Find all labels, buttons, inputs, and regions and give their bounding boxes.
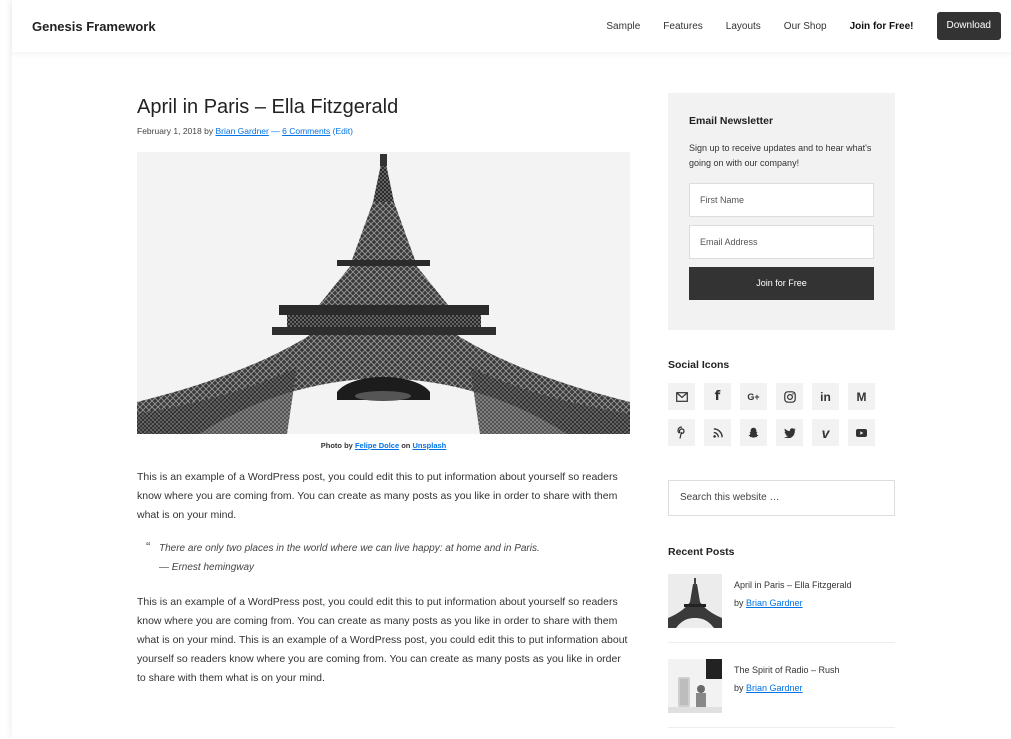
- social-icons-grid: f G+ in M v: [668, 383, 895, 446]
- youtube-icon[interactable]: [848, 419, 875, 446]
- recent-post-title-link[interactable]: April in Paris – Ella Fitzgerald: [734, 576, 852, 594]
- snapchat-icon[interactable]: [740, 419, 767, 446]
- recent-post-byline: by Brian Gardner: [734, 679, 840, 697]
- sidebar: Email Newsletter Sign up to receive upda…: [668, 93, 895, 728]
- instagram-icon[interactable]: [776, 383, 803, 410]
- facebook-icon[interactable]: f: [704, 383, 731, 410]
- recent-post-text: The Spirit of Radio – Rush by Brian Gard…: [734, 659, 840, 713]
- post-edit-link[interactable]: (Edit): [333, 126, 353, 136]
- social-icons-title: Social Icons: [668, 359, 730, 371]
- vimeo-icon[interactable]: v: [812, 419, 839, 446]
- post-comments-link[interactable]: 6 Comments: [282, 126, 330, 136]
- caption-site-link[interactable]: Unsplash: [412, 441, 446, 450]
- recent-post-item[interactable]: The Spirit of Radio – Rush by Brian Gard…: [668, 659, 895, 728]
- post-date: February 1, 2018: [137, 126, 202, 136]
- pinterest-icon[interactable]: [668, 419, 695, 446]
- nav-item-join-for-free[interactable]: Join for Free!: [850, 21, 914, 32]
- quote-text: There are only two places in the world w…: [159, 543, 540, 554]
- recent-post-thumbnail[interactable]: [668, 659, 722, 713]
- quote-mark-icon: “: [146, 539, 151, 554]
- newsletter-text: Sign up to receive updates and to hear w…: [689, 143, 872, 168]
- google-plus-icon[interactable]: G+: [740, 383, 767, 410]
- rss-icon[interactable]: [704, 419, 731, 446]
- post-by: by: [204, 126, 214, 136]
- recent-post-text: April in Paris – Ella Fitzgerald by Bria…: [734, 574, 852, 628]
- nav-item-sample[interactable]: Sample: [606, 21, 640, 32]
- nav-item-features[interactable]: Features: [663, 21, 702, 32]
- download-button[interactable]: Download: [936, 12, 1001, 40]
- recent-post-thumbnail[interactable]: [668, 574, 722, 628]
- eiffel-tower-image: [137, 152, 630, 434]
- meta-dash: —: [271, 126, 280, 136]
- photo-caption: Photo by Felipe Dolce on Unsplash: [137, 441, 630, 450]
- recent-post-author-link[interactable]: Brian Gardner: [746, 598, 803, 608]
- search-input[interactable]: Search this website …: [668, 480, 895, 516]
- twitter-icon[interactable]: [776, 419, 803, 446]
- eiffel-tower-photo: [137, 152, 630, 434]
- caption-prefix: Photo by: [320, 441, 353, 450]
- recent-post-by: by: [734, 598, 744, 608]
- post-author-link[interactable]: Brian Gardner: [215, 126, 268, 136]
- site-header: Genesis Framework Sample Features Layout…: [12, 0, 1011, 52]
- post-title: April in Paris – Ella Fitzgerald: [137, 96, 399, 118]
- linkedin-icon[interactable]: in: [812, 383, 839, 410]
- caption-on: on: [401, 441, 411, 450]
- mail-icon[interactable]: [668, 383, 695, 410]
- nav-item-layouts[interactable]: Layouts: [726, 21, 761, 32]
- post-content: April in Paris – Ella Fitzgerald Februar…: [137, 95, 630, 688]
- join-for-free-button[interactable]: Join for Free: [689, 267, 874, 300]
- recent-post-title-link[interactable]: The Spirit of Radio – Rush: [734, 661, 840, 679]
- newsletter-title: Email Newsletter: [689, 115, 774, 127]
- nav-item-our-shop[interactable]: Our Shop: [784, 21, 827, 32]
- medium-icon[interactable]: M: [848, 383, 875, 410]
- newsletter-widget: Email Newsletter Sign up to receive upda…: [668, 93, 895, 330]
- post-paragraph-1: This is an example of a WordPress post, …: [137, 471, 618, 521]
- recent-post-by: by: [734, 683, 744, 693]
- main-nav: Sample Features Layouts Our Shop Join fo…: [583, 12, 1001, 40]
- quote-attribution: — Ernest hemingway: [159, 562, 255, 573]
- recent-post-item[interactable]: April in Paris – Ella Fitzgerald by Bria…: [668, 574, 895, 643]
- caption-author-link[interactable]: Felipe Dolce: [355, 441, 399, 450]
- post-meta: February 1, 2018 by Brian Gardner — 6 Co…: [137, 126, 630, 136]
- page-frame: Genesis Framework Sample Features Layout…: [12, 0, 1011, 739]
- post-paragraph-2: This is an example of a WordPress post, …: [137, 596, 628, 684]
- recent-post-byline: by Brian Gardner: [734, 594, 852, 612]
- first-name-field[interactable]: First Name: [689, 183, 874, 217]
- email-field[interactable]: Email Address: [689, 225, 874, 259]
- recent-posts-title: Recent Posts: [668, 546, 735, 558]
- recent-post-author-link[interactable]: Brian Gardner: [746, 683, 803, 693]
- post-blockquote: “ There are only two places in the world…: [137, 539, 630, 577]
- site-title[interactable]: Genesis Framework: [32, 19, 156, 34]
